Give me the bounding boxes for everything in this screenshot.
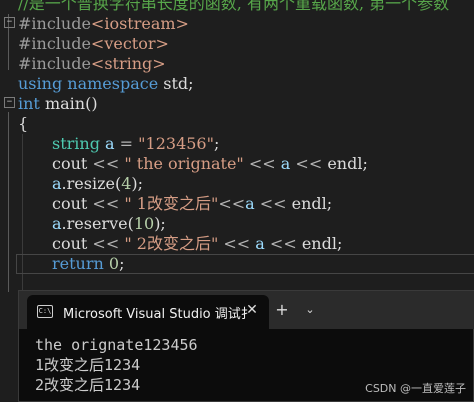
operator: << (218, 234, 256, 253)
include-header: <iostream> (90, 14, 189, 33)
operator: << (87, 154, 125, 173)
keyword: using (18, 74, 63, 93)
comment-text: //是一个普换字符串长度的函数, 有两个重载函数, 第一个参数 (18, 0, 450, 13)
operator: << (218, 194, 246, 213)
identifier: cout (52, 154, 88, 173)
code-editor[interactable]: //是一个普换字符串长度的函数, 有两个重载函数, 第一个参数 − #inclu… (0, 0, 474, 292)
identifier: endl; (301, 234, 343, 253)
close-icon[interactable]: ✕ (243, 301, 261, 319)
function-name: main() (44, 94, 98, 113)
identifier: cout (52, 194, 88, 213)
variable: a (280, 154, 291, 173)
method-call: .resize( (61, 174, 122, 193)
console-titlebar: C:\ Microsoft Visual Studio 调试扌 ✕ + ⌄ (19, 291, 474, 329)
string-literal: " 1改变之后" (124, 194, 219, 213)
keyword: namespace (67, 74, 159, 93)
keyword: int (18, 94, 40, 113)
namespace-name: std; (163, 74, 194, 93)
code-line-string-decl: string a = "123456"; (0, 134, 474, 154)
code-line-resize: a.resize(4); (0, 174, 474, 194)
code-line-cout-after-resize: cout << " 1改变之后"<<a << endl; (0, 194, 474, 214)
code-line-comment: //是一个普换字符串长度的函数, 有两个重载函数, 第一个参数 (0, 0, 474, 14)
include-header: <vector> (90, 34, 169, 53)
identifier: endl; (327, 154, 368, 173)
include-directive: #include (18, 54, 91, 73)
code-line-reserve: a.reserve(10); (0, 214, 474, 234)
type-name: string (52, 134, 100, 153)
terminal-icon: C:\ (37, 305, 53, 318)
keyword: return (52, 254, 104, 273)
operator: << (243, 154, 281, 173)
include-directive: #include (18, 34, 91, 53)
number-literal: 4 (121, 174, 132, 193)
operator: << (264, 234, 302, 253)
punctuation: ); (154, 214, 166, 233)
code-line-main: − int main() (0, 94, 474, 114)
identifier: endl; (291, 194, 333, 213)
variable: a (255, 234, 265, 253)
new-tab-button[interactable]: + (273, 301, 291, 319)
punctuation: ; (213, 134, 220, 153)
include-header: <string> (90, 54, 166, 73)
console-output-line: the orignate123456 (35, 336, 198, 354)
console-output-line: 2改变之后1234 (35, 376, 141, 394)
watermark: CSDN @一直爱莲子 (365, 382, 466, 395)
punctuation: ; (119, 254, 125, 273)
variable: a (245, 194, 255, 213)
string-literal: "123456" (138, 134, 214, 153)
operator: = (114, 134, 139, 153)
number-literal: 10 (133, 214, 155, 233)
tab-title: Microsoft Visual Studio 调试扌 (63, 307, 254, 322)
punctuation: ); (131, 174, 144, 193)
collapse-icon[interactable]: − (4, 17, 15, 28)
code-line-include-iostream: − #include<iostream> (0, 14, 474, 34)
collapse-icon[interactable]: − (4, 97, 15, 108)
string-literal: " 2改变之后" (124, 234, 219, 253)
operator: << (290, 154, 328, 173)
identifier: cout (52, 234, 88, 253)
variable: a (105, 134, 115, 153)
number-literal: 0 (108, 254, 120, 273)
code-line-return: return 0; (0, 254, 474, 274)
code-line-include-vector: #include<vector> (0, 34, 474, 54)
include-directive: #include (18, 14, 91, 33)
operator: << (87, 234, 125, 253)
code-line-cout-after-reserve: cout << " 2改变之后" << a << endl; (0, 234, 474, 254)
operator: << (87, 194, 125, 213)
variable: a (52, 174, 62, 193)
code-line-cout-original: cout << " the orignate" << a << endl; (0, 154, 474, 174)
code-line-include-string: #include<string> (0, 54, 474, 74)
string-literal: " the orignate" (124, 154, 244, 173)
method-call: .reserve( (61, 214, 134, 233)
variable: a (52, 214, 62, 233)
console-tab[interactable]: C:\ Microsoft Visual Studio 调试扌 ✕ (27, 295, 269, 329)
console-output-line: 1改变之后1234 (35, 356, 141, 374)
operator: << (254, 194, 292, 213)
brace: { (18, 114, 29, 133)
code-line-using: using namespace std; (0, 74, 474, 94)
chevron-down-icon[interactable]: ⌄ (301, 301, 319, 319)
code-line-brace: { (0, 114, 474, 134)
